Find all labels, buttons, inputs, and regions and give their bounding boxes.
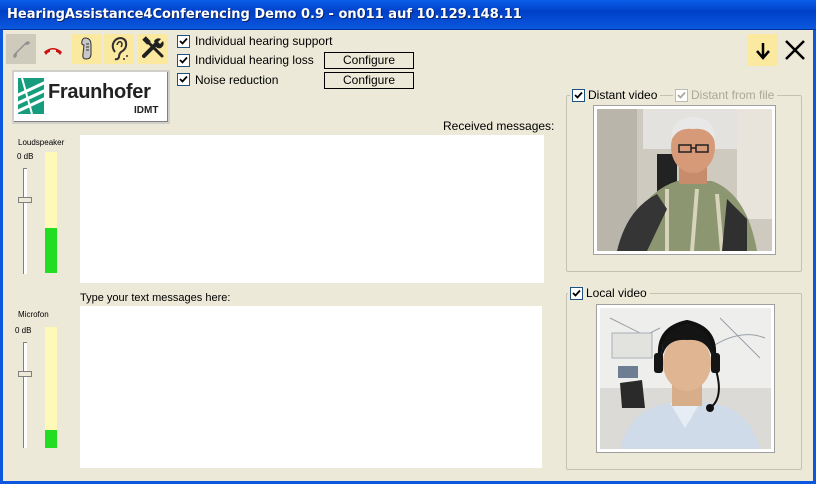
individual-hearing-loss-label: Individual hearing loss — [195, 53, 314, 67]
local-video-image — [600, 308, 771, 449]
local-video-feed — [597, 305, 774, 452]
loudspeaker-volume-slider[interactable] — [23, 168, 27, 274]
hearing-aid-icon — [81, 37, 92, 60]
ear-icon — [111, 36, 128, 61]
distant-video-feed — [594, 106, 775, 254]
received-messages-box[interactable] — [80, 135, 544, 283]
local-video-checkbox[interactable] — [570, 286, 583, 300]
tools-icon — [142, 36, 164, 58]
distant-video-label: Distant video — [588, 88, 658, 102]
distant-video-checkbox[interactable] — [572, 88, 585, 102]
local-video-legend: Local video — [568, 286, 650, 300]
configure-hearing-loss-button[interactable]: Configure — [324, 52, 414, 69]
individual-hearing-support-checkbox[interactable] — [177, 35, 190, 48]
hearing-aid-button[interactable] — [72, 34, 102, 64]
phone-pickup-button[interactable] — [6, 34, 36, 64]
distant-from-file-label: Distant from file — [691, 88, 775, 102]
loudspeaker-db-label: 0 dB — [17, 152, 34, 161]
window-title: HearingAssistance4Conferencing Demo 0.9 … — [7, 7, 522, 22]
local-video-label: Local video — [586, 286, 647, 300]
individual-hearing-loss-checkbox[interactable] — [177, 54, 190, 67]
close-button[interactable] — [780, 34, 810, 66]
checkmark-icon — [677, 91, 686, 99]
distant-video-legend: Distant video — [570, 88, 661, 102]
phone-hangup-icon — [44, 48, 62, 55]
logo-name: Fraunhofer — [48, 81, 151, 103]
logo-sub: IDMT — [134, 105, 159, 116]
loudspeaker-label: Loudspeaker — [18, 138, 65, 147]
type-message-label: Type your text messages here: — [80, 292, 231, 304]
distant-from-file-checkbox[interactable] — [675, 88, 688, 102]
distant-from-file-legend: Distant from file — [673, 88, 778, 102]
fraunhofer-logo: Fraunhofer IDMT — [12, 70, 170, 124]
phone-hangup-button[interactable] — [38, 34, 68, 64]
microfon-label: Microfon — [18, 310, 49, 319]
microfon-level-fill — [45, 429, 57, 448]
close-icon — [785, 40, 805, 60]
microfon-db-label: 0 dB — [15, 326, 32, 335]
checkmark-icon — [179, 75, 188, 83]
microfon-slider-thumb[interactable] — [18, 371, 32, 377]
type-message-input[interactable] — [80, 306, 542, 468]
checkmark-icon — [179, 56, 188, 64]
ear-button[interactable] — [104, 34, 134, 64]
minimize-button[interactable] — [748, 34, 778, 66]
microfon-volume-slider[interactable] — [23, 342, 27, 448]
noise-reduction-label: Noise reduction — [195, 73, 279, 87]
phone-pickup-icon — [13, 41, 30, 58]
loudspeaker-slider-thumb[interactable] — [18, 197, 32, 203]
loudspeaker-level-meter — [45, 152, 57, 273]
arrow-down-icon — [756, 43, 770, 60]
title-bar[interactable]: HearingAssistance4Conferencing Demo 0.9 … — [0, 0, 816, 30]
loudspeaker-level-fill — [45, 228, 57, 273]
settings-tools-button[interactable] — [138, 34, 168, 64]
checkmark-icon — [179, 37, 188, 45]
received-messages-label: Received messages: — [443, 119, 555, 133]
microfon-level-meter — [45, 327, 57, 448]
individual-hearing-support-label: Individual hearing support — [195, 34, 333, 48]
distant-video-image — [597, 109, 772, 251]
checkmark-icon — [574, 91, 583, 99]
fraunhofer-logo-mark — [18, 78, 44, 114]
checkmark-icon — [572, 289, 581, 297]
noise-reduction-checkbox[interactable] — [177, 73, 190, 86]
configure-noise-reduction-button[interactable]: Configure — [324, 72, 414, 89]
